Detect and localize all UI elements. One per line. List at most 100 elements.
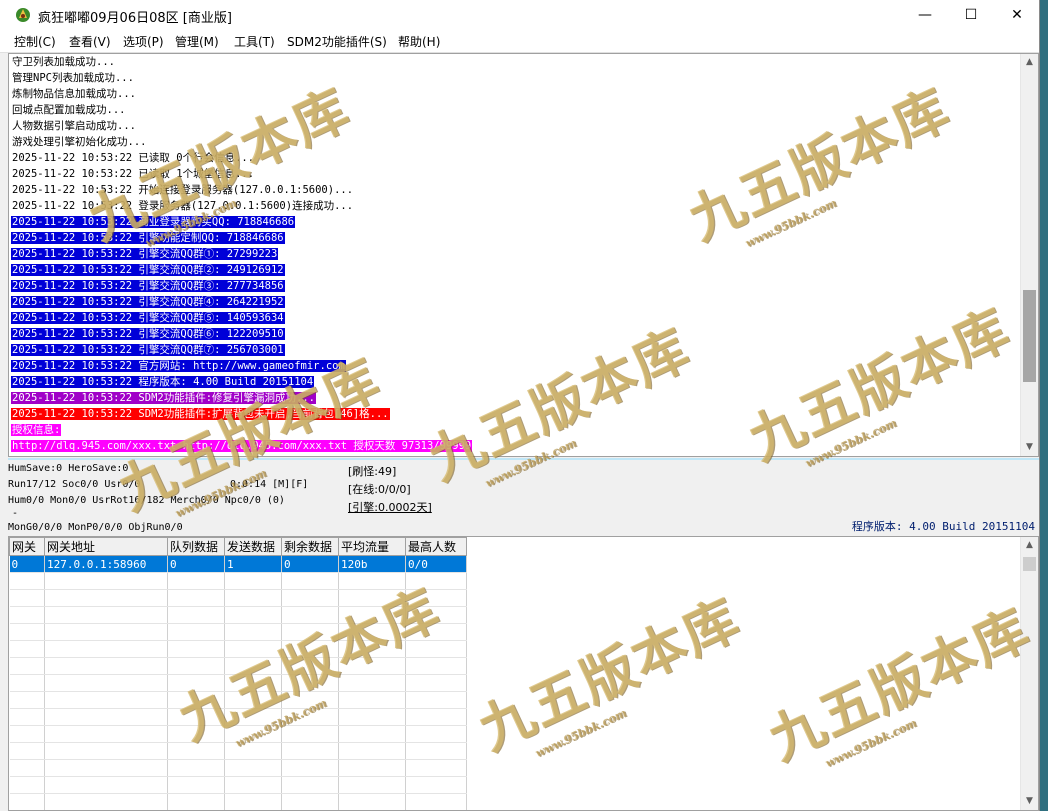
log-scrollbar[interactable]: ▲ ▼	[1020, 54, 1038, 456]
table-cell	[167, 589, 225, 607]
close-button[interactable]: ✕	[994, 0, 1039, 30]
table-cell	[281, 691, 339, 709]
menu-bar: 控制(C) 查看(V) 选项(P) 管理(M) 工具(T) SDM2功能插件(S…	[0, 30, 1039, 53]
column-header[interactable]: 队列数据	[167, 537, 225, 556]
table-cell	[281, 725, 339, 743]
table-cell	[9, 742, 45, 760]
table-cell	[338, 742, 406, 760]
gateway-scrollbar[interactable]: ▲ ▼	[1020, 537, 1038, 810]
log-line: 授权信息:	[11, 424, 62, 436]
table-cell	[338, 776, 406, 794]
table-cell	[9, 657, 45, 675]
table-cell	[338, 572, 406, 590]
column-header[interactable]: 网关地址	[44, 537, 168, 556]
table-cell	[281, 623, 339, 641]
table-cell: 127.0.0.1:58960	[44, 555, 168, 573]
table-cell: 0	[167, 555, 225, 573]
menu-control[interactable]: 控制(C)	[14, 33, 56, 50]
empty-row	[9, 674, 467, 692]
column-header[interactable]: 发送数据	[224, 537, 282, 556]
table-cell	[281, 589, 339, 607]
table-cell	[167, 742, 225, 760]
table-cell	[281, 640, 339, 658]
log-line: 2025-11-22 10:53:22 引擎功能定制QQ: 718846686	[11, 232, 285, 244]
table-cell	[167, 691, 225, 709]
log-line: 管理NPC列表加载成功...	[12, 72, 134, 84]
table-cell	[44, 589, 168, 607]
table-cell	[338, 640, 406, 658]
table-cell	[281, 708, 339, 726]
gateway-list[interactable]: 网关 网关地址 队列数据 发送数据 剩余数据 平均流量 最高人数 0 127.0.0.1:58…	[8, 536, 1039, 811]
table-cell: 1	[224, 555, 282, 573]
column-header[interactable]: 最高人数	[405, 537, 467, 556]
app-icon	[16, 8, 30, 22]
log-line: 2025-11-22 10:53:22 商业登录器购买QQ: 718846686	[11, 216, 296, 228]
scroll-thumb[interactable]	[1023, 290, 1036, 382]
menu-tools[interactable]: 工具(T)	[234, 33, 275, 50]
table-cell	[44, 606, 168, 624]
log-line: 炼制物品信息加载成功...	[12, 88, 136, 100]
table-cell	[44, 776, 168, 794]
empty-row	[9, 759, 467, 777]
menu-view[interactable]: 查看(V)	[69, 33, 111, 50]
table-cell	[9, 623, 45, 641]
table-cell	[224, 674, 282, 692]
table-cell	[405, 691, 467, 709]
table-cell	[405, 759, 467, 777]
table-cell	[405, 572, 467, 590]
table-cell	[167, 640, 225, 658]
table-cell	[405, 776, 467, 794]
column-header[interactable]: 剩余数据	[281, 537, 339, 556]
menu-manage[interactable]: 管理(M)	[175, 33, 219, 50]
table-cell: 0	[9, 555, 45, 573]
maximize-button[interactable]: ☐	[948, 0, 994, 30]
program-version: 程序版本: 4.00 Build 20151104	[851, 520, 1035, 533]
status-runtime: 0:0:14 [M][F]	[230, 479, 309, 490]
table-cell	[44, 657, 168, 675]
table-cell	[224, 589, 282, 607]
table-cell	[224, 606, 282, 624]
table-cell: 0	[281, 555, 339, 573]
grid-scroll-up-arrow-icon[interactable]: ▲	[1021, 537, 1038, 554]
title-bar[interactable]: 疯狂嘟嘟09月06日08区 [商业版] — ☐ ✕	[0, 0, 1039, 30]
table-cell	[9, 793, 45, 810]
menu-options[interactable]: 选项(P)	[123, 33, 164, 50]
empty-row	[9, 589, 467, 607]
table-cell	[44, 793, 168, 810]
table-cell	[405, 589, 467, 607]
table-cell	[224, 657, 282, 675]
column-header[interactable]: 网关	[9, 537, 45, 556]
column-header[interactable]: 平均流量	[338, 537, 406, 556]
window-title: 疯狂嘟嘟09月06日08区 [商业版]	[38, 11, 232, 26]
menu-sdm2-plugin[interactable]: SDM2功能插件(S)	[287, 33, 387, 50]
table-cell	[167, 776, 225, 794]
log-line: 2025-11-22 10:53:22 已读取 0个行会信息...	[12, 152, 255, 164]
table-cell	[224, 793, 282, 810]
table-cell	[338, 623, 406, 641]
log-line: 回城点配置加载成功...	[12, 104, 126, 116]
grid-scroll-down-arrow-icon[interactable]: ▼	[1021, 793, 1038, 810]
log-panel[interactable]: 守卫列表加载成功... 管理NPC列表加载成功... 炼制物品信息加载成功... 回城…	[8, 53, 1039, 457]
menu-help[interactable]: 帮助(H)	[398, 33, 440, 50]
log-line: 2025-11-22 10:53:22 已读取 1个城堡信息...	[12, 168, 255, 180]
table-cell	[405, 674, 467, 692]
log-line: http://dlq.945.com/xxx.txt http://dlq.94…	[11, 440, 473, 452]
minimize-button[interactable]: —	[902, 0, 948, 30]
log-line: 2025-11-22 10:53:22 引擎交流QQ群②: 249126912	[11, 264, 285, 276]
status-dash: -	[12, 508, 19, 519]
table-row[interactable]: 0 127.0.0.1:58960 0 1 0 120b 0/0	[9, 555, 467, 573]
table-cell	[224, 572, 282, 590]
scroll-up-arrow-icon[interactable]: ▲	[1021, 54, 1038, 71]
log-line: 2025-11-22 10:53:22 引擎交流QQ群⑦: 256703001	[11, 344, 285, 356]
status-online: [在线:0/0/0]	[348, 483, 411, 496]
log-line: 2025-11-22 10:53:22 SDM2功能插件:修复引擎漏洞成功...	[11, 392, 317, 404]
table-cell	[9, 691, 45, 709]
table-cell	[9, 759, 45, 777]
table-cell	[9, 725, 45, 743]
scroll-down-arrow-icon[interactable]: ▼	[1021, 439, 1038, 456]
grid-scroll-thumb[interactable]	[1023, 557, 1036, 571]
table-cell	[338, 657, 406, 675]
table-cell	[44, 742, 168, 760]
empty-row	[9, 793, 467, 810]
table-cell	[281, 759, 339, 777]
